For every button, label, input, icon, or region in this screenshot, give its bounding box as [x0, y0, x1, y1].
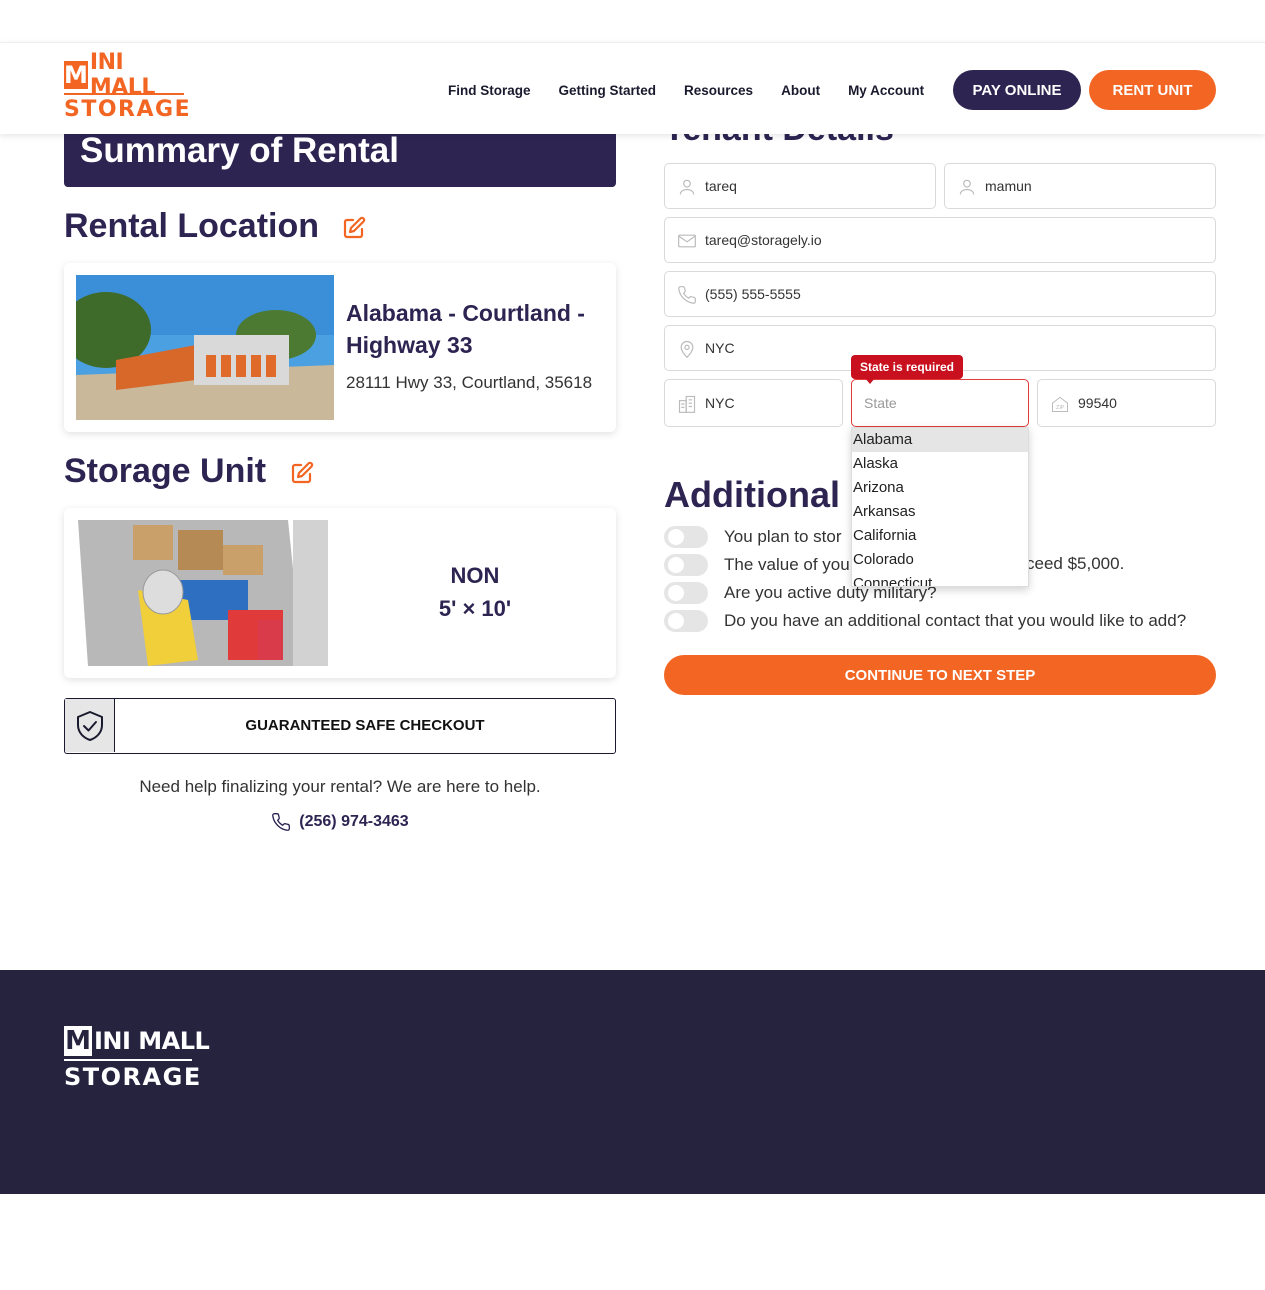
pay-online-button[interactable]: PAY ONLINE [953, 70, 1081, 110]
toggle-label-value: The value of you [724, 555, 850, 574]
footer-logo[interactable]: M INI MALL STORAGE [64, 1026, 210, 1091]
rental-location-heading: Rental Location [64, 207, 366, 246]
svg-text:ZIP: ZIP [1056, 405, 1064, 411]
edit-location-icon[interactable] [342, 216, 366, 240]
nav-find-storage[interactable]: Find Storage [448, 83, 531, 98]
location-name: Alabama - Courtland - Highway 33 [346, 300, 585, 358]
phone-icon [272, 812, 291, 831]
last-name-value: mamun [985, 178, 1032, 194]
city-value: NYC [705, 395, 735, 411]
toggle-label-value-tail: ceed $5,000. [1026, 554, 1125, 573]
nav-getting-started[interactable]: Getting Started [559, 83, 657, 98]
address-value: NYC [705, 340, 735, 356]
phone-number[interactable]: (256) 974-3463 [299, 813, 408, 831]
storage-unit-title: Storage Unit [64, 452, 267, 490]
state-option[interactable]: Connecticut [852, 572, 1028, 586]
shield-check-icon [65, 699, 115, 752]
summary-header: Summary of Rental [64, 131, 616, 187]
help-text: Need help finalizing your rental? We are… [139, 777, 541, 796]
footer-logo-line2: STORAGE [64, 1063, 202, 1091]
state-option[interactable]: Arkansas [852, 500, 1028, 524]
main-nav: Find Storage Getting Started Resources A… [448, 83, 924, 98]
site-logo[interactable]: M INI MALL STORAGE [64, 50, 192, 122]
continue-button[interactable]: CONTINUE TO NEXT STEP [664, 655, 1216, 695]
state-field[interactable]: State [851, 379, 1029, 427]
state-option[interactable]: Alaska [852, 452, 1028, 476]
state-option[interactable]: Arizona [852, 476, 1028, 500]
city-field[interactable]: NYC [664, 379, 843, 427]
facility-photo [76, 275, 334, 420]
phone-value: (555) 555-5555 [705, 286, 801, 302]
additional-title-left: Additional [664, 474, 840, 515]
additional-info-title: Additional n [664, 474, 1024, 516]
toggle-label-storage: You plan to stor [724, 527, 842, 546]
rental-location-title: Rental Location [64, 207, 320, 245]
contact-toggle[interactable] [664, 610, 708, 632]
phone-field[interactable]: (555) 555-5555 [664, 271, 1216, 317]
logo-line1: INI MALL [89, 50, 155, 100]
site-header: M INI MALL STORAGE Find Storage Getting … [0, 42, 1265, 134]
nav-about[interactable]: About [781, 83, 820, 98]
safe-checkout-text: GUARANTEED SAFE CHECKOUT [245, 717, 485, 734]
user-icon [679, 179, 695, 195]
mail-icon [678, 234, 696, 248]
edit-unit-icon[interactable] [290, 461, 314, 485]
safe-checkout-banner: GUARANTEED SAFE CHECKOUT [64, 698, 616, 754]
site-footer: M INI MALL STORAGE [0, 970, 1265, 1194]
state-option[interactable]: California [852, 524, 1028, 548]
zip-field[interactable]: ZIP 99540 [1037, 379, 1216, 427]
email-value: tareq@storagely.io [705, 232, 822, 248]
storage-unit-heading: Storage Unit [64, 452, 314, 491]
logo-mark: M [64, 61, 88, 89]
summary-title: Summary of Rental [80, 131, 399, 170]
toggle-row-contact: Do you have an additional contact that y… [664, 609, 1186, 633]
first-name-value: tareq [705, 178, 737, 194]
location-address: 28111 Hwy 33, Courtland, 35618 [346, 373, 593, 392]
zip-icon: ZIP [1052, 396, 1068, 412]
toggle-label-contact: Do you have an additional contact that y… [724, 611, 1187, 630]
toggle-row-storage: You plan to stor [664, 525, 842, 549]
state-dropdown[interactable]: Alabama Alaska Arizona Arkansas Californ… [851, 427, 1029, 587]
value-toggle[interactable] [664, 554, 708, 576]
location-card: Alabama - Courtland - Highway 33 28111 H… [64, 263, 616, 432]
unit-type: NON [450, 563, 500, 588]
state-option[interactable]: Colorado [852, 548, 1028, 572]
nav-resources[interactable]: Resources [684, 83, 753, 98]
footer-logo-divider [64, 1059, 192, 1061]
logo-line2: STORAGE [64, 97, 192, 122]
rent-unit-button[interactable]: RENT UNIT [1089, 70, 1216, 110]
military-toggle[interactable] [664, 582, 708, 604]
toggle-row-value: The value of you [664, 553, 850, 577]
unit-size: 5' × 10' [438, 596, 512, 621]
building-icon [678, 395, 696, 413]
first-name-field[interactable]: tareq [664, 163, 936, 209]
location-pin-icon [680, 340, 694, 359]
zip-value: 99540 [1078, 395, 1117, 411]
phone-icon [678, 286, 696, 304]
footer-logo-mark: M [64, 1026, 92, 1056]
help-phone[interactable]: (256) 974-3463 [64, 812, 616, 832]
state-option[interactable]: Alabama [852, 428, 1028, 452]
user-icon [959, 179, 975, 195]
nav-my-account[interactable]: My Account [848, 83, 924, 98]
email-field[interactable]: tareq@storagely.io [664, 217, 1216, 263]
footer-logo-line1: INI MALL [94, 1027, 210, 1055]
unit-card: NON 5' × 10' [64, 508, 616, 678]
storage-toggle[interactable] [664, 526, 708, 548]
last-name-field[interactable]: mamun [944, 163, 1216, 209]
unit-photo [78, 520, 330, 666]
state-placeholder: State [864, 395, 897, 411]
state-error-tooltip: State is required [851, 355, 963, 384]
